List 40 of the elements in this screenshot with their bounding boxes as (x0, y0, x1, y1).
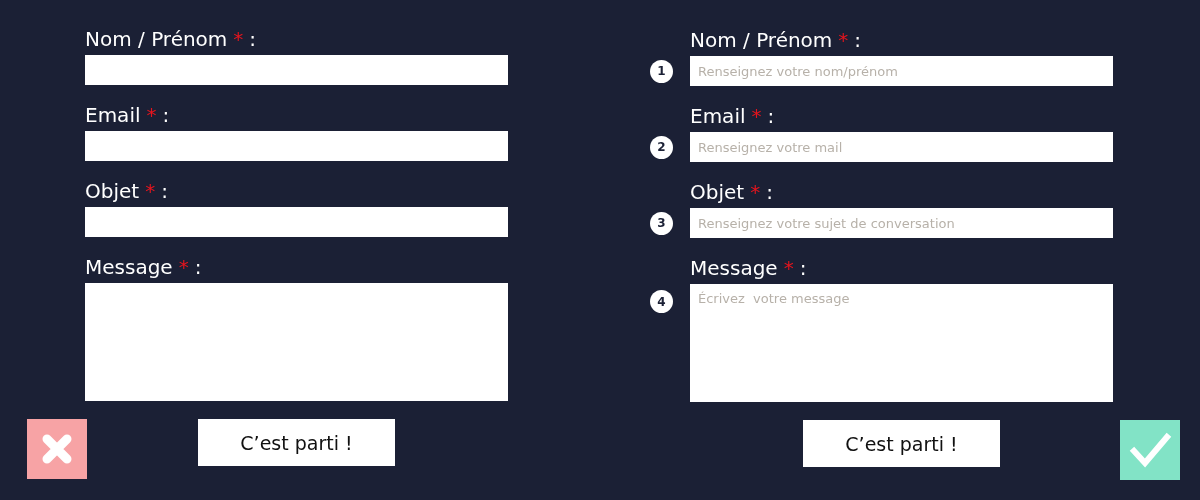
label-colon: : (799, 256, 807, 280)
field-label: Nom / Prénom (85, 27, 228, 51)
input-field[interactable] (85, 207, 508, 237)
required-asterisk: * (750, 180, 761, 204)
required-asterisk: * (233, 27, 244, 51)
step-number-badge: 4 (650, 290, 673, 313)
required-asterisk: * (751, 104, 762, 128)
label-colon: : (249, 27, 257, 51)
step-number-badge: 2 (650, 135, 673, 159)
input-field[interactable]: Renseignez votre sujet de conversation (690, 208, 1113, 238)
submit-button[interactable]: C’est parti ! (198, 419, 395, 466)
required-asterisk: * (838, 28, 849, 52)
field-label: Email (690, 104, 746, 128)
required-asterisk: * (146, 103, 157, 127)
field-label: Nom / Prénom (690, 28, 833, 52)
submit-button[interactable]: C’est parti ! (803, 420, 1000, 467)
field-label: Email (85, 103, 141, 127)
field-label: Message (85, 255, 173, 279)
checkmark-icon (1120, 420, 1180, 480)
cross-icon (27, 419, 87, 479)
step-number-badge: 3 (650, 211, 673, 235)
label-colon: : (767, 104, 775, 128)
label-colon: : (194, 255, 202, 279)
required-asterisk: * (178, 255, 189, 279)
field-label: Objet (85, 179, 140, 203)
message-field[interactable]: Écrivez votre message (690, 284, 1113, 402)
required-asterisk: * (145, 179, 156, 203)
input-field[interactable] (85, 55, 508, 85)
input-field[interactable]: Renseignez votre mail (690, 132, 1113, 162)
message-field[interactable] (85, 283, 508, 401)
label-colon: : (766, 180, 773, 204)
label-colon: : (162, 103, 170, 127)
input-field[interactable] (85, 131, 508, 161)
field-label: Objet (690, 180, 745, 204)
field-label: Message (690, 256, 778, 280)
required-asterisk: * (783, 256, 794, 280)
label-colon: : (854, 28, 862, 52)
step-number-badge: 1 (650, 59, 673, 83)
label-colon: : (161, 179, 168, 203)
input-field[interactable]: Renseignez votre nom/prénom (690, 56, 1113, 86)
